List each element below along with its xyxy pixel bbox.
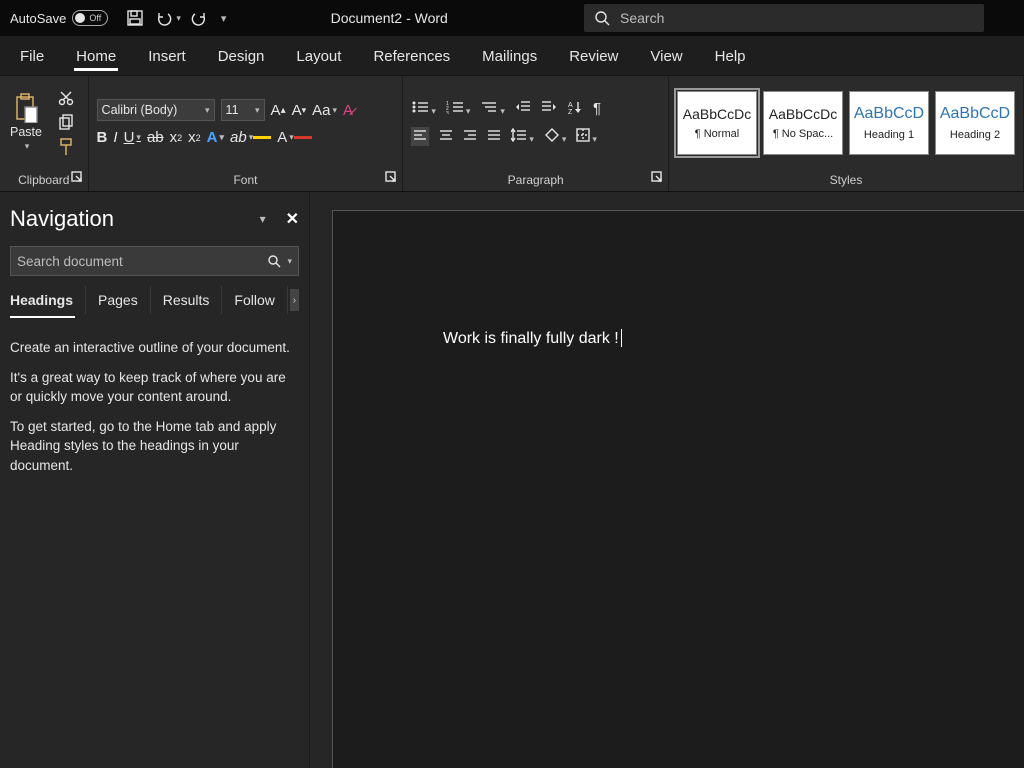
font-name-combo[interactable]: Calibri (Body)▾ — [97, 99, 215, 121]
increase-indent-icon[interactable] — [541, 100, 557, 117]
style-normal[interactable]: AaBbCcDc ¶ Normal — [677, 91, 757, 155]
tab-design[interactable]: Design — [202, 40, 281, 75]
nav-search-input[interactable]: Search document ▾ — [10, 246, 299, 276]
clipboard-icon — [13, 93, 39, 123]
styles-group-label: Styles — [830, 173, 863, 187]
show-marks-icon[interactable]: ¶ — [593, 100, 601, 117]
borders-icon[interactable]: ▾ — [576, 128, 597, 145]
text-effects-icon[interactable]: A▾ — [207, 129, 224, 146]
document-page[interactable]: Work is finally fully dark ! — [332, 210, 1024, 768]
tab-help[interactable]: Help — [699, 40, 762, 75]
save-icon[interactable] — [126, 9, 144, 27]
style-heading-1[interactable]: AaBbCcD Heading 1 — [849, 91, 929, 155]
shading-icon[interactable]: ▾ — [544, 128, 567, 145]
highlight-color-icon[interactable]: ab▾ — [230, 129, 271, 146]
svg-text:Z: Z — [568, 109, 573, 114]
line-spacing-icon[interactable]: ▾ — [511, 128, 534, 145]
nav-hint-2: It's a great way to keep track of where … — [10, 368, 299, 407]
paste-button[interactable]: Paste ▾ — [8, 89, 44, 156]
tell-me-search[interactable]: Search — [584, 4, 984, 32]
strikethrough-button[interactable]: ab — [147, 129, 164, 146]
nav-search-placeholder: Search document — [17, 254, 123, 269]
bold-button[interactable]: B — [97, 129, 108, 146]
document-canvas[interactable]: Work is finally fully dark ! — [310, 192, 1024, 768]
numbering-icon[interactable]: 123▾ — [446, 100, 471, 117]
tab-insert[interactable]: Insert — [132, 40, 202, 75]
navigation-title: Navigation ▾ ✕ — [10, 206, 299, 232]
format-painter-icon[interactable] — [58, 138, 74, 156]
font-color-icon[interactable]: A▾ — [277, 129, 312, 146]
justify-icon[interactable] — [487, 129, 501, 144]
title-bar: AutoSave Off ▾ ▾ Document2 - Word Search — [0, 0, 1024, 36]
sort-icon[interactable]: AZ — [567, 100, 583, 117]
document-body-text[interactable]: Work is finally fully dark ! — [443, 329, 941, 348]
nav-hint-1: Create an interactive outline of your do… — [10, 338, 299, 358]
grow-font-icon[interactable]: A▴ — [271, 102, 286, 119]
font-launcher-icon[interactable] — [384, 171, 398, 185]
nav-tab-follow[interactable]: Follow — [222, 286, 287, 314]
align-right-icon[interactable] — [463, 129, 477, 144]
align-left-icon[interactable] — [411, 127, 429, 146]
tab-file[interactable]: File — [4, 40, 60, 75]
tab-home[interactable]: Home — [60, 40, 132, 75]
subscript-button[interactable]: x2 — [170, 129, 183, 146]
autosave-switch[interactable]: Off — [72, 10, 108, 26]
search-placeholder: Search — [620, 10, 664, 26]
redo-icon[interactable] — [191, 9, 209, 27]
copy-icon[interactable] — [58, 114, 74, 130]
paragraph-launcher-icon[interactable] — [650, 171, 664, 185]
shrink-font-icon[interactable]: A▾ — [292, 102, 307, 119]
italic-button[interactable]: I — [113, 129, 117, 146]
tab-layout[interactable]: Layout — [280, 40, 357, 75]
ribbon-tabs: File Home Insert Design Layout Reference… — [0, 36, 1024, 76]
font-group-label: Font — [233, 173, 257, 187]
autosave-toggle[interactable]: AutoSave Off — [0, 10, 118, 26]
group-styles: AaBbCcDc ¶ Normal AaBbCcDc ¶ No Spac... … — [669, 76, 1024, 191]
tab-references[interactable]: References — [357, 40, 466, 75]
clipboard-launcher-icon[interactable] — [70, 171, 84, 185]
tab-review[interactable]: Review — [553, 40, 634, 75]
nav-tab-headings[interactable]: Headings — [10, 286, 86, 314]
align-center-icon[interactable] — [439, 129, 453, 144]
font-size-combo[interactable]: 11▾ — [221, 99, 265, 121]
quick-access-toolbar: ▾ ▾ — [118, 9, 234, 27]
content-area: Navigation ▾ ✕ Search document ▾ Heading… — [0, 192, 1024, 768]
group-paragraph: ▾ 123▾ ▾ AZ ¶ ▾ ▾ ▾ Paragraph — [403, 76, 669, 191]
navigation-pane: Navigation ▾ ✕ Search document ▾ Heading… — [0, 192, 310, 768]
nav-tabs-scroll-icon[interactable]: › — [290, 289, 299, 311]
decrease-indent-icon[interactable] — [515, 100, 531, 117]
clipboard-group-label: Clipboard — [18, 173, 69, 187]
search-icon — [267, 254, 281, 268]
paste-label: Paste — [10, 125, 42, 139]
change-case-icon[interactable]: Aa▾ — [312, 102, 337, 119]
customize-qat-icon[interactable]: ▾ — [219, 12, 227, 25]
tab-view[interactable]: View — [634, 40, 698, 75]
ribbon: Paste ▾ Clipboard Calibri (Body)▾ 11▾ A▴… — [0, 76, 1024, 192]
clear-formatting-icon[interactable]: A̷ — [343, 102, 353, 119]
paragraph-group-label: Paragraph — [508, 173, 564, 187]
nav-tab-results[interactable]: Results — [151, 286, 223, 314]
style-no-spacing[interactable]: AaBbCcDc ¶ No Spac... — [763, 91, 843, 155]
superscript-button[interactable]: x2 — [188, 129, 201, 146]
cut-icon[interactable] — [58, 90, 74, 106]
group-font: Calibri (Body)▾ 11▾ A▴ A▾ Aa▾ A̷ B I U▾ … — [89, 76, 404, 191]
close-icon[interactable]: ✕ — [286, 209, 299, 229]
nav-tab-pages[interactable]: Pages — [86, 286, 151, 314]
style-heading-2[interactable]: AaBbCcD Heading 2 — [935, 91, 1015, 155]
svg-text:A: A — [568, 102, 573, 109]
tab-mailings[interactable]: Mailings — [466, 40, 553, 75]
search-icon — [594, 10, 610, 26]
nav-menu-icon[interactable]: ▾ — [260, 212, 266, 226]
text-cursor — [621, 329, 622, 347]
window-title: Document2 - Word — [234, 10, 584, 26]
multilevel-list-icon[interactable]: ▾ — [480, 100, 505, 117]
autosave-label: AutoSave — [10, 11, 66, 26]
nav-hint-3: To get started, go to the Home tab and a… — [10, 417, 299, 476]
nav-tabs: Headings Pages Results Follow › — [10, 286, 299, 314]
undo-icon[interactable]: ▾ — [154, 9, 181, 27]
group-clipboard: Paste ▾ Clipboard — [0, 76, 89, 191]
underline-button[interactable]: U▾ — [124, 129, 141, 146]
bullets-icon[interactable]: ▾ — [411, 100, 436, 117]
svg-text:3: 3 — [446, 111, 449, 114]
